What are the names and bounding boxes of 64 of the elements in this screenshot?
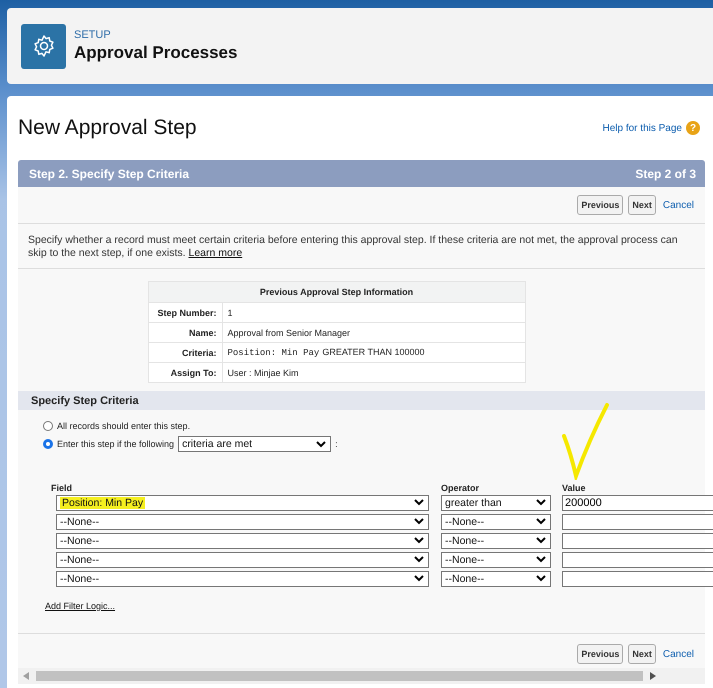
description: Specify whether a record must meet certain criteria before entering this approval step. If these criteria are not met, the approval process can skip to the next step, if one exists. Learn more	[28, 234, 679, 260]
operator-dropdown[interactable]: --None--	[441, 532, 551, 548]
chevron-down-icon	[414, 575, 424, 582]
value-input[interactable]	[562, 570, 713, 586]
column-header: Operator	[441, 483, 480, 493]
chevron-down-icon	[536, 518, 546, 525]
value-input[interactable]	[562, 532, 713, 548]
table-title: Previous Approval Step Information	[148, 282, 525, 302]
section-title: Step 2. Specify Step Criteria	[29, 166, 190, 180]
operator-dropdown[interactable]: greater than	[441, 494, 551, 510]
table-cell: Step Number:	[148, 302, 222, 322]
chevron-down-icon	[414, 556, 424, 563]
chevron-down-icon	[536, 499, 546, 506]
option-label: Enter this step if the following	[57, 439, 174, 449]
nav-button[interactable]: Next	[628, 644, 656, 664]
step-indicator: Step 2 of 3	[635, 166, 696, 180]
radio-button[interactable]	[43, 421, 53, 431]
breadcrumb: SETUP	[74, 29, 112, 41]
value-input[interactable]: 200000	[562, 494, 713, 510]
page-header-title: Approval Processes	[74, 43, 238, 63]
table-cell: User : Minjae Kim	[222, 362, 525, 382]
chevron-down-icon	[536, 575, 546, 582]
value-input[interactable]	[562, 514, 713, 530]
chevron-down-icon	[316, 440, 326, 448]
subsection-header: Specify Step Criteria	[18, 391, 705, 410]
horizontal-scrollbar[interactable]	[18, 668, 705, 684]
option-label: All records should enter this step.	[57, 421, 190, 431]
gear-icon	[21, 24, 66, 68]
criteria-dropdown[interactable]: criteria are met	[178, 436, 332, 452]
nav-button[interactable]: Next	[628, 195, 656, 215]
chevron-down-icon	[536, 537, 546, 544]
field-dropdown[interactable]: --None--	[56, 532, 429, 548]
colon: :	[335, 439, 338, 449]
table-cell: 1	[222, 302, 525, 322]
chevron-down-icon	[414, 518, 424, 525]
nav-button[interactable]: Previous	[577, 195, 624, 215]
scroll-right-icon[interactable]	[650, 672, 656, 680]
field-dropdown[interactable]: Position: Min Pay	[56, 494, 429, 510]
page-title: New Approval Step	[18, 116, 197, 140]
cancel-link[interactable]: Cancel	[662, 200, 694, 210]
scroll-left-icon[interactable]	[23, 672, 29, 680]
chevron-down-icon	[414, 537, 424, 544]
chevron-down-icon	[536, 556, 546, 563]
table-cell: Approval from Senior Manager	[222, 322, 525, 342]
table-cell: Position: Min Pay GREATER THAN 100000	[222, 342, 525, 362]
operator-dropdown[interactable]: --None--	[441, 552, 551, 568]
value-input[interactable]	[562, 552, 713, 568]
column-header: Field	[51, 483, 74, 493]
learn-more-link[interactable]: Learn more	[188, 247, 242, 259]
table-cell: Name:	[148, 322, 222, 342]
nav-button[interactable]: Previous	[577, 644, 624, 664]
radio-button[interactable]	[43, 439, 53, 449]
chevron-down-icon	[414, 499, 424, 506]
field-dropdown[interactable]: --None--	[56, 552, 429, 568]
field-dropdown[interactable]: --None--	[56, 570, 429, 586]
operator-dropdown[interactable]: --None--	[441, 570, 551, 586]
field-dropdown[interactable]: --None--	[56, 514, 429, 530]
operator-dropdown[interactable]: --None--	[441, 514, 551, 530]
help-link[interactable]: Help for this Page	[602, 122, 682, 134]
table-cell: Assign To:	[148, 362, 222, 382]
column-header: Value	[562, 483, 587, 493]
table-cell: Criteria:	[148, 342, 222, 362]
cancel-link[interactable]: Cancel	[662, 648, 694, 660]
add-filter-logic-link[interactable]: Add Filter Logic...	[45, 601, 116, 611]
